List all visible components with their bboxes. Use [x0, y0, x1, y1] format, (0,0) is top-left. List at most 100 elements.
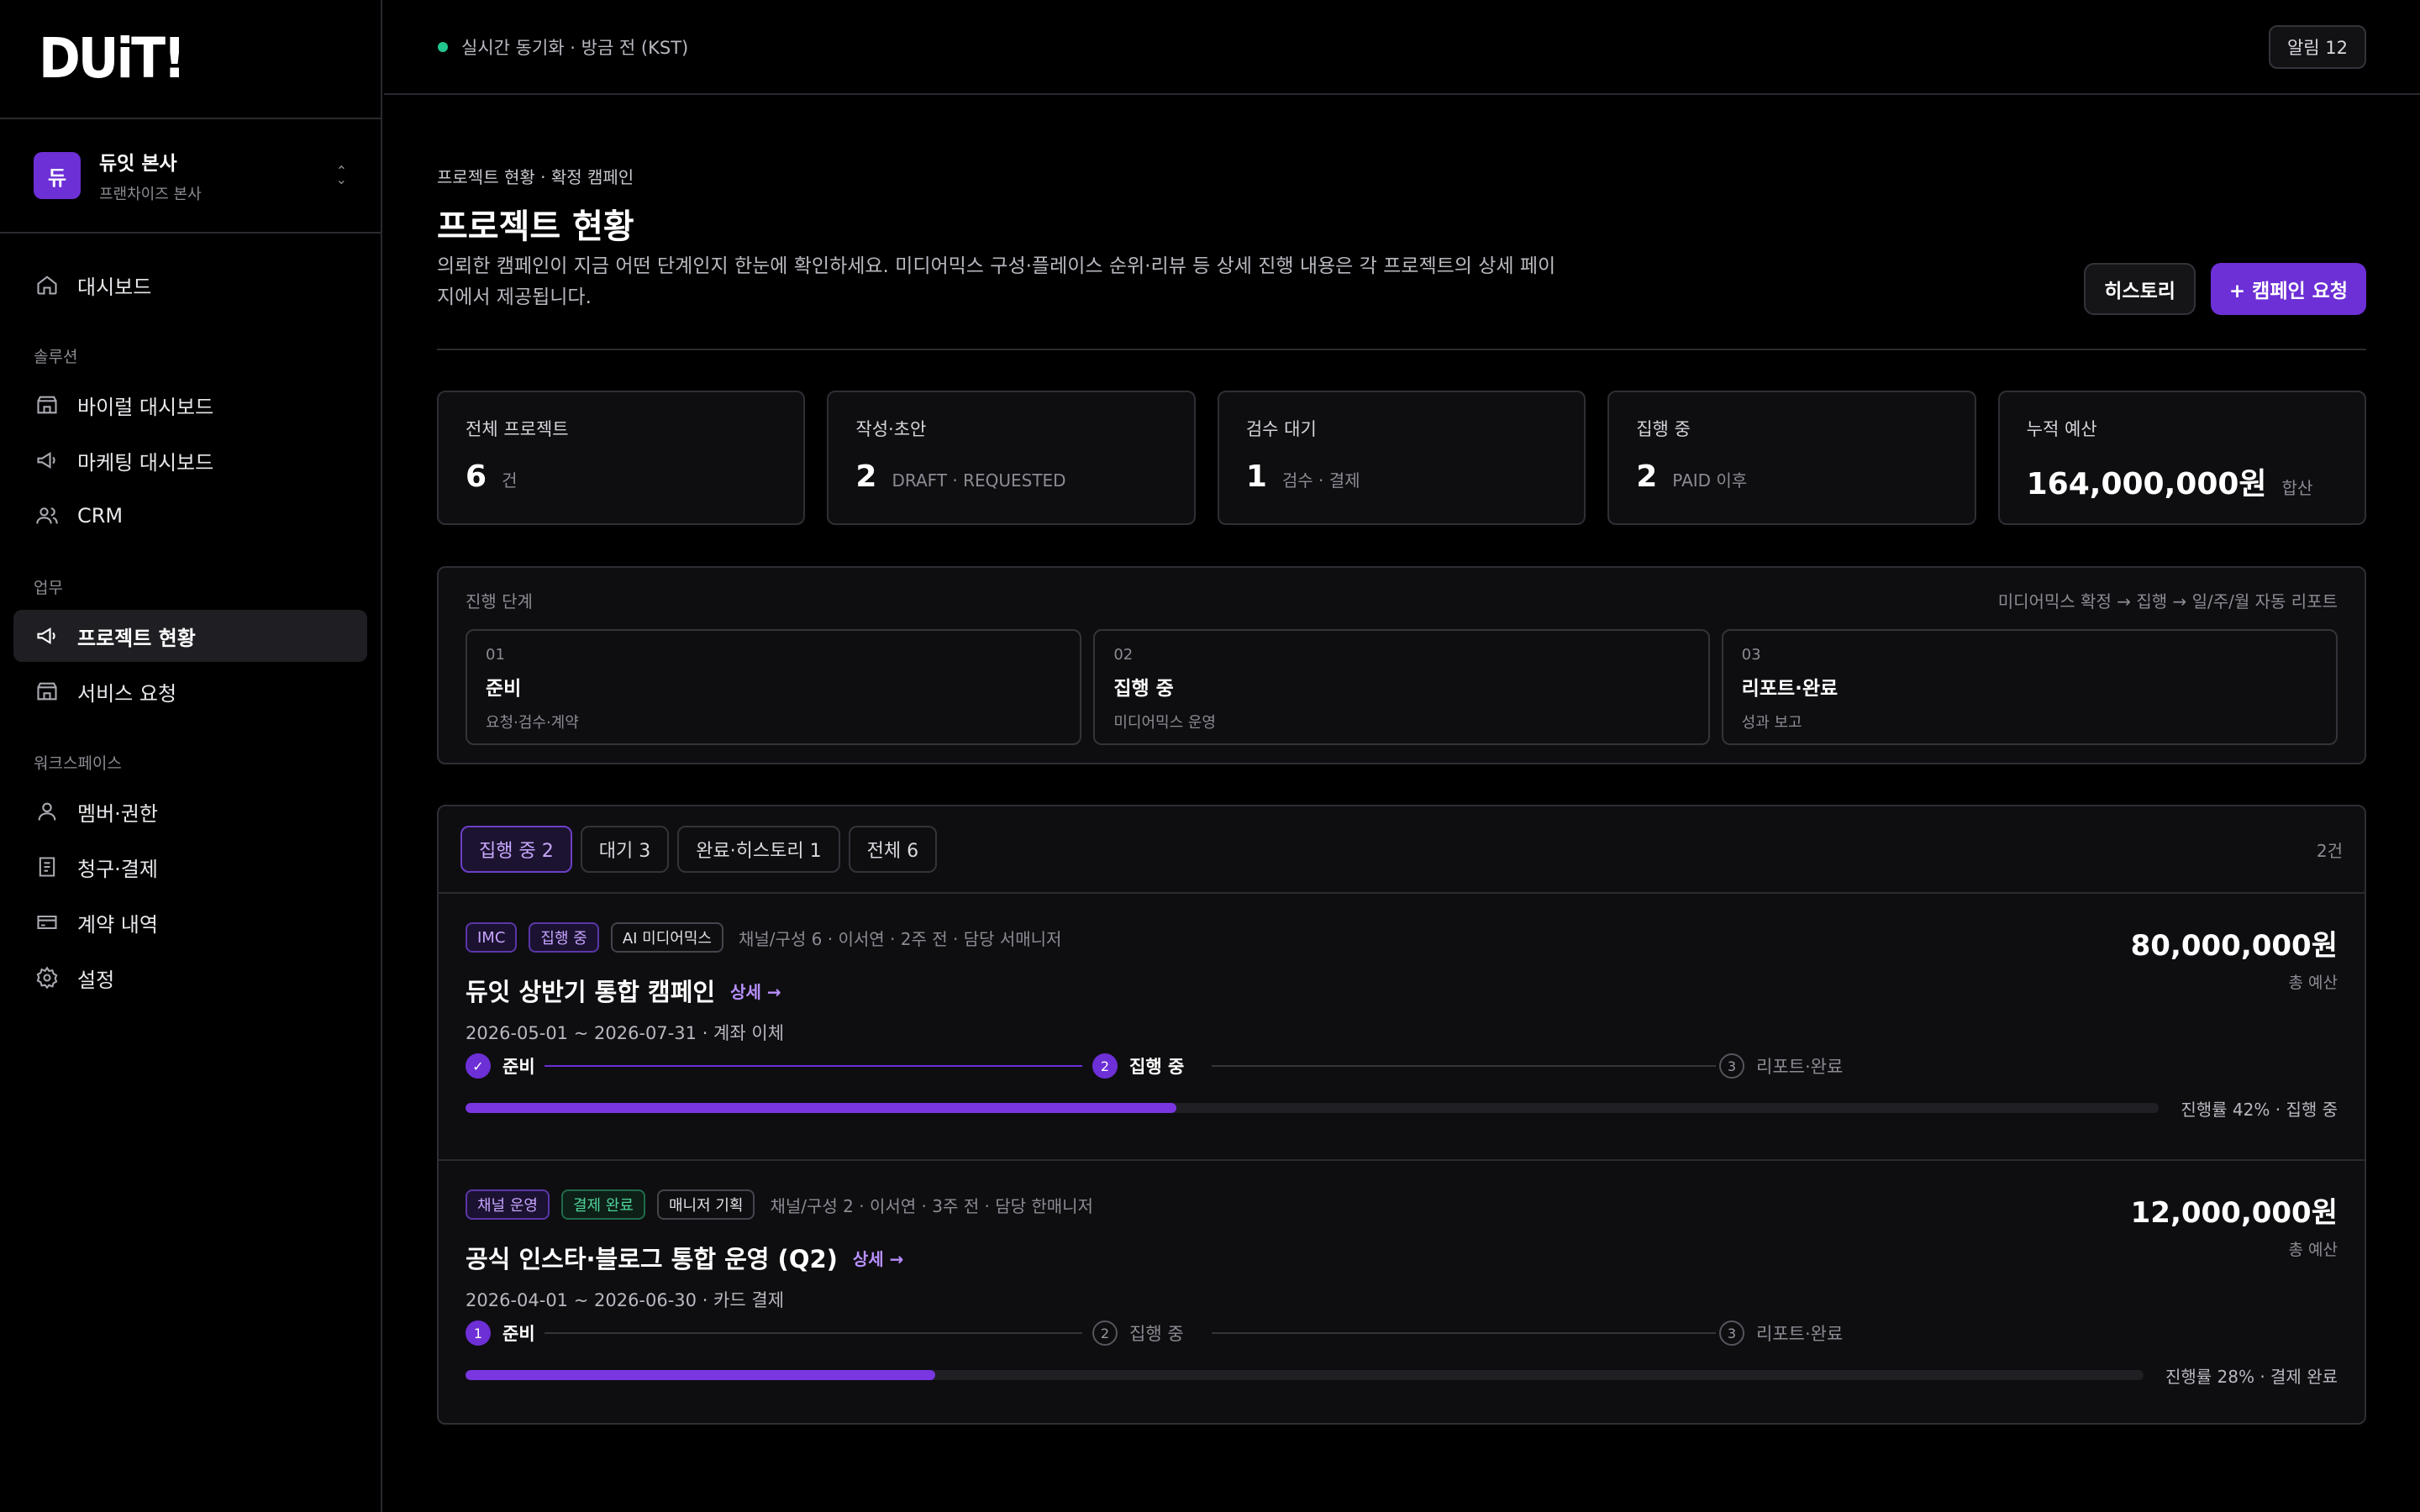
sidebar-item-viral[interactable]: 바이럴 대시보드 — [13, 379, 367, 431]
tag-type: 채널 운영 — [466, 1189, 550, 1220]
sidebar-nav: 대시보드 솔루션 바이럴 대시보드 마케팅 대시보드 CRM 업무 프로젝트 현… — [0, 234, 381, 1032]
stage-number: 01 — [486, 646, 505, 664]
tab-running[interactable]: 집행 중 2 — [460, 826, 572, 873]
progress-track — [466, 1103, 2160, 1113]
sidebar-item-billing[interactable]: 청구·결제 — [13, 841, 367, 893]
org-switcher[interactable]: 듀 듀잇 본사 프랜차이즈 본사 ⌃ ⌄ — [0, 119, 381, 234]
history-button[interactable]: 히스토리 — [2084, 263, 2196, 315]
sidebar-item-label: 설정 — [77, 968, 115, 992]
stage-card-prepare: 01 준비 요청·검수·계약 — [466, 629, 1082, 745]
project-title[interactable]: 공식 인스타·블로그 통합 운영 (Q2) — [466, 1240, 838, 1275]
progress-label: 진행률 28% · 결제 완료 — [2165, 1366, 2338, 1387]
step-prepare: 1 준비 — [466, 1320, 535, 1346]
step-label: 집행 중 — [1129, 1057, 1185, 1077]
stat-unit: 합산 — [2281, 478, 2313, 498]
step-report: 3 리포트·완료 — [1719, 1053, 1843, 1079]
step-number-icon: 3 — [1719, 1053, 1744, 1079]
stages-flow: 미디어믹스 확정 → 집행 → 일/주/월 자동 리포트 — [1997, 591, 2338, 612]
campaign-request-button[interactable]: + 캠페인 요청 — [2210, 263, 2366, 315]
step-label: 집행 중 — [1129, 1324, 1184, 1344]
stage-title: 준비 — [486, 678, 522, 700]
sidebar-item-members[interactable]: 멤버·권한 — [13, 785, 367, 837]
tab-all[interactable]: 전체 6 — [848, 826, 938, 873]
step-number-icon: 3 — [1719, 1320, 1744, 1346]
step-number-icon: 2 — [1092, 1053, 1118, 1079]
progress-fill — [466, 1370, 936, 1380]
sync-status: 실시간 동기화 · 방금 전 (KST) — [461, 37, 689, 58]
gear-icon — [36, 966, 58, 990]
step-label: 준비 — [502, 1324, 535, 1344]
stat-card-running: 집행 중 2 PAID 이후 — [1607, 391, 1976, 525]
stage-card-report: 03 리포트·완료 성과 보고 — [1721, 629, 2338, 745]
tab-completed[interactable]: 완료·히스토리 1 — [677, 826, 840, 873]
detail-link[interactable]: 상세 → — [853, 1246, 904, 1270]
stat-value: 6 — [466, 459, 487, 494]
stat-label: 작성·초안 — [855, 419, 927, 439]
step-report: 3 리포트·완료 — [1719, 1320, 1843, 1346]
stats-row: 전체 프로젝트 6건 작성·초안 2 DRAFT · REQUESTED 검수 대… — [437, 391, 2367, 525]
stat-unit: DRAFT · REQUESTED — [892, 470, 1066, 491]
sidebar-item-label: 서비스 요청 — [77, 681, 177, 706]
sidebar-item-service[interactable]: 서비스 요청 — [13, 665, 367, 717]
alerts-button[interactable]: 알림 12 — [2268, 24, 2366, 69]
detail-link[interactable]: 상세 → — [730, 979, 781, 1003]
step-number-icon: 2 — [1092, 1320, 1118, 1346]
stat-card-review: 검수 대기 1 검수 · 결제 — [1217, 391, 1586, 525]
step-label: 리포트·완료 — [1756, 1057, 1844, 1077]
step-connector — [1212, 1065, 1716, 1067]
sidebar: DUiT! 듀 듀잇 본사 프랜차이즈 본사 ⌃ ⌄ 대시보드 솔루션 바이럴 대… — [0, 0, 382, 1512]
home-icon — [37, 276, 57, 295]
progress-row: 진행률 28% · 결제 완료 — [466, 1362, 2338, 1388]
stat-card-draft: 작성·초안 2 DRAFT · REQUESTED — [827, 391, 1196, 525]
stat-unit: PAID 이후 — [1672, 470, 1748, 491]
tag-method: AI 미디어믹스 — [610, 922, 723, 953]
project-row[interactable]: IMC 집행 중 AI 미디어믹스 채널/구성 6 · 이서연 · 2주 전 ·… — [439, 894, 2365, 1159]
step-connector — [544, 1065, 1082, 1067]
page-description: 의뢰한 캠페인이 지금 어떤 단계인지 한눈에 확인하세요. 미디어믹스 구성·… — [437, 255, 1556, 308]
tab-waiting[interactable]: 대기 3 — [580, 826, 670, 873]
sidebar-item-projects[interactable]: 프로젝트 현황 — [13, 610, 367, 662]
stat-unit: 검수 · 결제 — [1281, 470, 1360, 491]
stage-subtitle: 미디어믹스 운영 — [1113, 714, 1216, 732]
step-label: 리포트·완료 — [1756, 1324, 1844, 1344]
sidebar-item-label: 바이럴 대시보드 — [77, 395, 214, 419]
step-running: 2 집행 중 — [1092, 1320, 1184, 1346]
org-name: 듀잇 본사 — [99, 153, 177, 175]
stages-panel: 진행 단계 미디어믹스 확정 → 집행 → 일/주/월 자동 리포트 01 준비… — [437, 566, 2366, 764]
project-dates: 2026-04-01 ~ 2026-06-30 · 카드 결제 — [466, 1290, 785, 1310]
nav-section-workspace: 워크스페이스 — [34, 754, 122, 773]
stat-value: 2 — [1636, 459, 1658, 494]
sidebar-item-dashboard[interactable]: 대시보드 — [13, 259, 367, 311]
filter-tabs: 집행 중 2 대기 3 완료·히스토리 1 전체 6 2건 — [439, 806, 2365, 894]
sidebar-item-crm[interactable]: CRM — [13, 490, 367, 542]
project-dates: 2026-05-01 ~ 2026-07-31 · 계좌 이체 — [466, 1023, 785, 1043]
tag-status: 집행 중 — [529, 922, 599, 953]
sidebar-item-label: 대시보드 — [77, 275, 152, 299]
header-divider — [437, 349, 2366, 350]
stat-card-budget: 누적 예산 164,000,000원 합산 — [1997, 391, 2367, 525]
result-count: 2건 — [2316, 840, 2343, 861]
topbar: 실시간 동기화 · 방금 전 (KST) 알림 12 — [384, 0, 2420, 95]
step-label: 준비 — [502, 1057, 535, 1077]
stat-label: 전체 프로젝트 — [466, 419, 569, 439]
progress-track — [466, 1370, 2144, 1380]
org-avatar: 듀 — [34, 152, 81, 199]
brand-logo[interactable]: DUiT! — [39, 27, 186, 92]
project-meta: 채널/구성 2 · 이서연 · 3주 전 · 담당 한매니저 — [770, 1195, 1093, 1216]
stage-card-running: 02 집행 중 미디어믹스 운영 — [1093, 629, 1710, 745]
tag-status: 결제 완료 — [560, 1189, 645, 1220]
chevron-updown-icon: ⌃ ⌄ — [335, 163, 347, 187]
project-title[interactable]: 듀잇 상반기 통합 캠페인 — [466, 973, 715, 1008]
sidebar-item-label: 청구·결제 — [77, 857, 158, 881]
sidebar-item-settings[interactable]: 설정 — [13, 952, 367, 1004]
progress-label: 진행률 42% · 집행 중 — [2181, 1099, 2338, 1120]
sidebar-item-marketing[interactable]: 마케팅 대시보드 — [13, 434, 367, 486]
header-actions: 히스토리 + 캠페인 요청 — [2084, 263, 2366, 315]
live-status-dot — [438, 41, 448, 52]
stat-label: 누적 예산 — [2026, 419, 2097, 439]
step-tracker: 1 준비 2 집행 중 3 리포트·완료 — [466, 1320, 1844, 1351]
stat-value: 164,000,000원 — [2026, 467, 2267, 501]
project-row[interactable]: 채널 운영 결제 완료 매니저 기획 채널/구성 2 · 이서연 · 3주 전 … — [439, 1159, 2365, 1425]
sidebar-item-contracts[interactable]: 계약 내역 — [13, 896, 367, 948]
sidebar-item-label: 계약 내역 — [77, 912, 158, 937]
